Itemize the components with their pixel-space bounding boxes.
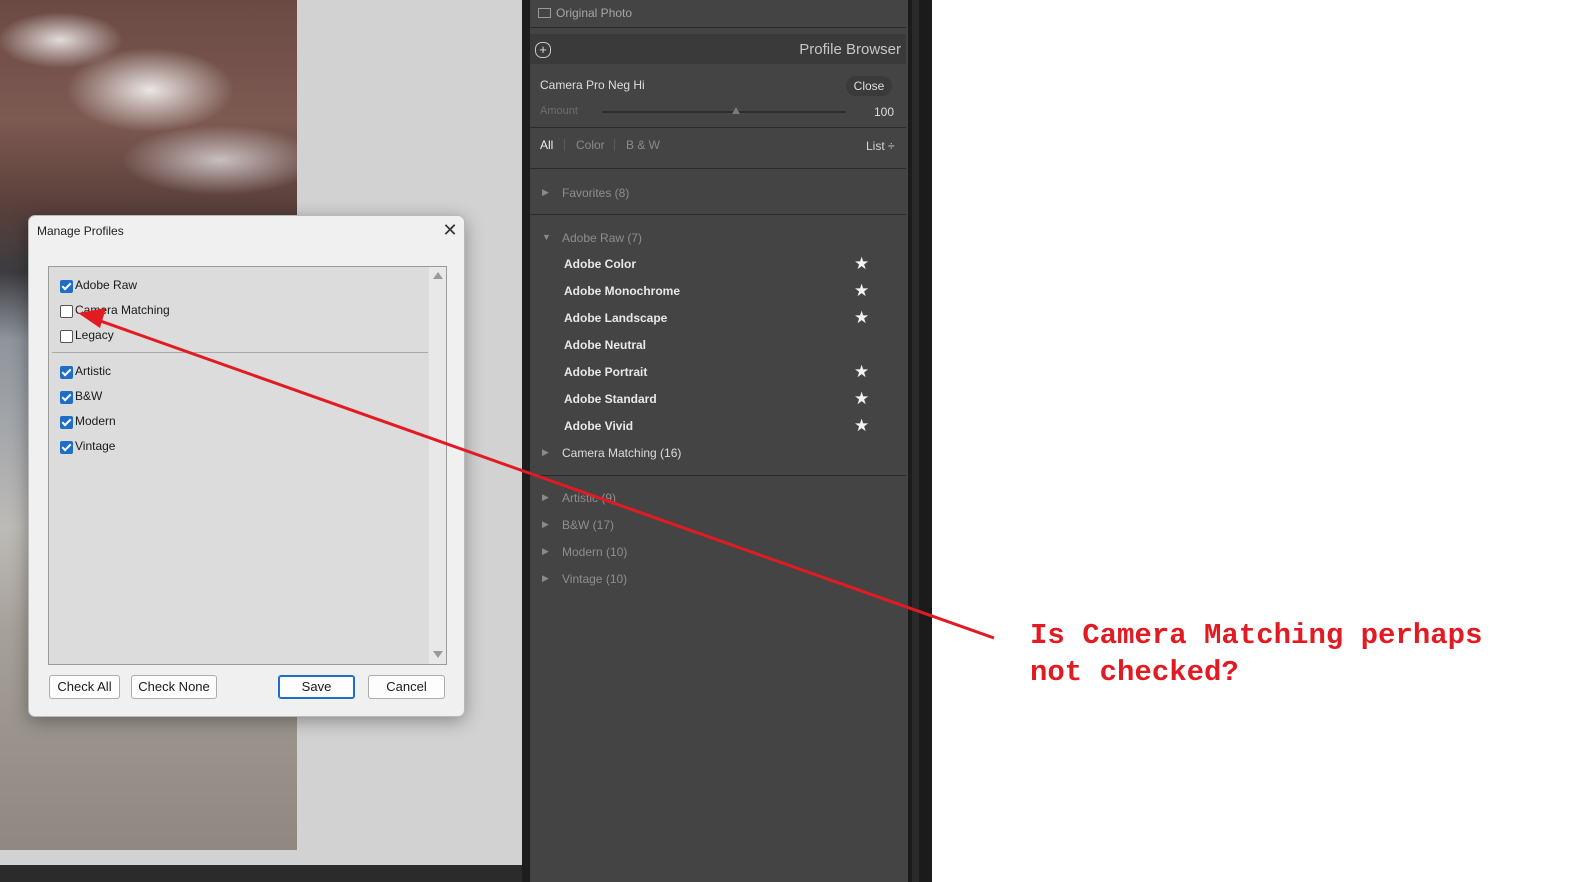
- annotation-line-2: not checked?: [1030, 656, 1239, 689]
- annotation-text: Is Camera Matching perhaps not checked?: [1030, 617, 1550, 691]
- annotation-line-1: Is Camera Matching perhaps: [1030, 619, 1483, 652]
- arrow-line: [91, 316, 995, 640]
- arrow-head: [78, 308, 106, 328]
- annotation-arrow: [78, 308, 995, 640]
